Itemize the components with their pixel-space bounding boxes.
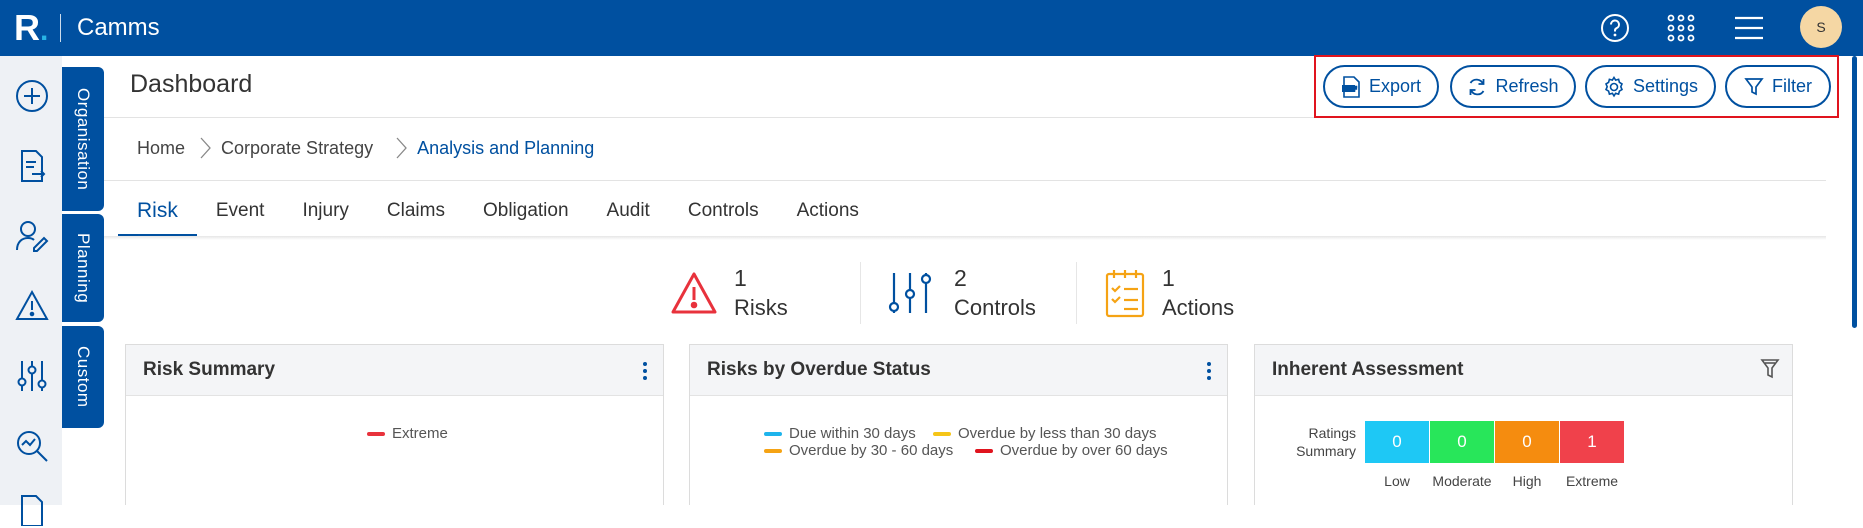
- sliders-icon[interactable]: [12, 356, 52, 396]
- kebab-menu-icon[interactable]: [1203, 359, 1215, 383]
- tab-actions[interactable]: Actions: [778, 185, 878, 237]
- rating-moderate-box[interactable]: 0: [1430, 421, 1494, 463]
- kpi-controls-value: 2: [954, 265, 967, 291]
- legend-swatch: [975, 448, 993, 453]
- legend-label: Extreme: [392, 425, 448, 442]
- rating-low-box[interactable]: 0: [1365, 421, 1429, 463]
- app-title: Camms: [77, 14, 160, 41]
- hamburger-menu-icon[interactable]: [1729, 8, 1769, 48]
- card-title: Inherent Assessment: [1272, 359, 1464, 380]
- card-title: Risks by Overdue Status: [707, 359, 931, 380]
- action-buttons-highlight: PDF Export Refresh Settings Filter: [1314, 55, 1839, 118]
- help-icon[interactable]: [1595, 8, 1635, 48]
- rating-extreme-box[interactable]: 1: [1560, 421, 1624, 463]
- breadcrumb-corporate-strategy[interactable]: Corporate Strategy: [221, 138, 373, 159]
- kpi-actions-label: Actions: [1162, 295, 1235, 320]
- breadcrumb: Home Corporate Strategy Analysis and Pla…: [137, 136, 594, 160]
- legend-label: Due within 30 days: [789, 425, 916, 442]
- chevron-right-icon: [395, 137, 407, 159]
- settings-label: Settings: [1632, 76, 1699, 96]
- legend-item[interactable]: Extreme: [367, 425, 448, 442]
- add-icon[interactable]: [12, 76, 52, 116]
- tab-controls[interactable]: Controls: [669, 185, 778, 237]
- kpi-actions-value: 1: [1162, 265, 1175, 291]
- legend-swatch: [764, 431, 782, 436]
- module-tabs: Risk Event Injury Claims Obligation Audi…: [118, 185, 878, 238]
- risk-summary-card: Risk Summary Extreme: [125, 344, 664, 505]
- export-label: Export: [1368, 76, 1422, 96]
- legend-swatch: [367, 431, 385, 436]
- vertical-tab-planning[interactable]: Planning: [62, 214, 104, 322]
- legend-swatch: [764, 448, 782, 453]
- kpi-controls[interactable]: 2 Controls: [886, 262, 1036, 324]
- chevron-right-icon: [199, 137, 211, 159]
- tabs-shadow: [104, 236, 1826, 240]
- ratings-summary-label: Ratings Summary: [1296, 425, 1356, 459]
- filter-label: Filter: [1772, 76, 1812, 96]
- kpi-divider: [1076, 262, 1077, 324]
- top-bar: R. Camms S: [0, 0, 1863, 56]
- vertical-scrollbar[interactable]: [1848, 56, 1863, 505]
- tab-risk[interactable]: Risk: [118, 185, 197, 238]
- card-title: Risk Summary: [143, 359, 276, 380]
- kpi-risks-value: 1: [734, 265, 747, 291]
- user-edit-icon[interactable]: [12, 216, 52, 256]
- export-button[interactable]: PDF Export: [1323, 65, 1439, 108]
- logo-divider: [60, 14, 61, 42]
- actions-checklist-icon: [1105, 270, 1145, 318]
- risk-warning-icon: [671, 272, 717, 314]
- legend-item[interactable]: Due within 30 days: [764, 425, 916, 442]
- vertical-tab-organisation[interactable]: Organisation: [62, 67, 104, 211]
- user-avatar[interactable]: S: [1800, 6, 1842, 48]
- breadcrumb-home[interactable]: Home: [137, 138, 185, 159]
- kpi-controls-label: Controls: [954, 295, 1036, 320]
- kpi-risks[interactable]: 1 Risks: [670, 262, 788, 324]
- kpi-actions[interactable]: 1 Actions: [1104, 262, 1234, 324]
- breadcrumb-current: Analysis and Planning: [417, 137, 595, 158]
- refresh-button[interactable]: Refresh: [1450, 65, 1576, 108]
- gear-icon: [1604, 75, 1623, 97]
- legend-label: Overdue by less than 30 days: [958, 425, 1157, 442]
- document-export-icon[interactable]: [12, 146, 52, 186]
- tab-injury[interactable]: Injury: [283, 185, 367, 237]
- vertical-tab-custom[interactable]: Custom: [62, 326, 104, 428]
- filter-icon: [1744, 77, 1764, 95]
- legend-label: Overdue by over 60 days: [1000, 442, 1168, 459]
- rating-high-box[interactable]: 0: [1495, 421, 1559, 463]
- scrollbar-thumb[interactable]: [1852, 56, 1857, 328]
- risks-by-overdue-status-card: Risks by Overdue Status Due within 30 da…: [689, 344, 1228, 505]
- tab-event[interactable]: Event: [197, 185, 284, 237]
- kebab-menu-icon[interactable]: [639, 359, 651, 383]
- legend-label: Overdue by 30 - 60 days: [789, 442, 954, 459]
- legend-swatch: [933, 431, 951, 436]
- kpi-divider: [860, 262, 861, 324]
- legend-item[interactable]: Overdue by 30 - 60 days: [764, 442, 953, 459]
- app-logo[interactable]: R.: [14, 6, 48, 53]
- left-icon-rail: [0, 56, 62, 526]
- svg-text:PDF: PDF: [1343, 86, 1356, 93]
- analytics-search-icon[interactable]: [12, 426, 52, 466]
- apps-grid-icon[interactable]: [1661, 8, 1701, 48]
- refresh-label: Refresh: [1495, 76, 1559, 96]
- document-icon[interactable]: [12, 488, 52, 528]
- pdf-export-icon: PDF: [1341, 75, 1360, 98]
- refresh-icon: [1470, 78, 1485, 95]
- kpi-risks-label: Risks: [734, 295, 788, 320]
- filter-icon[interactable]: [1760, 358, 1780, 386]
- rating-low-label: Low: [1384, 473, 1410, 489]
- settings-button[interactable]: Settings: [1585, 65, 1716, 108]
- warning-icon[interactable]: [12, 286, 52, 326]
- rating-extreme-label: Extreme: [1565, 473, 1619, 489]
- filter-button[interactable]: Filter: [1725, 65, 1831, 108]
- tab-claims[interactable]: Claims: [368, 185, 464, 237]
- legend-item[interactable]: Overdue by less than 30 days: [933, 425, 1156, 442]
- tab-obligation[interactable]: Obligation: [464, 185, 588, 237]
- legend-item[interactable]: Overdue by over 60 days: [975, 442, 1168, 459]
- page-title: Dashboard: [130, 70, 253, 98]
- controls-sliders-icon: [888, 273, 932, 313]
- rating-moderate-label: Moderate: [1432, 473, 1492, 489]
- divider: [104, 180, 1826, 181]
- tab-audit[interactable]: Audit: [588, 185, 669, 237]
- rating-high-label: High: [1512, 473, 1542, 489]
